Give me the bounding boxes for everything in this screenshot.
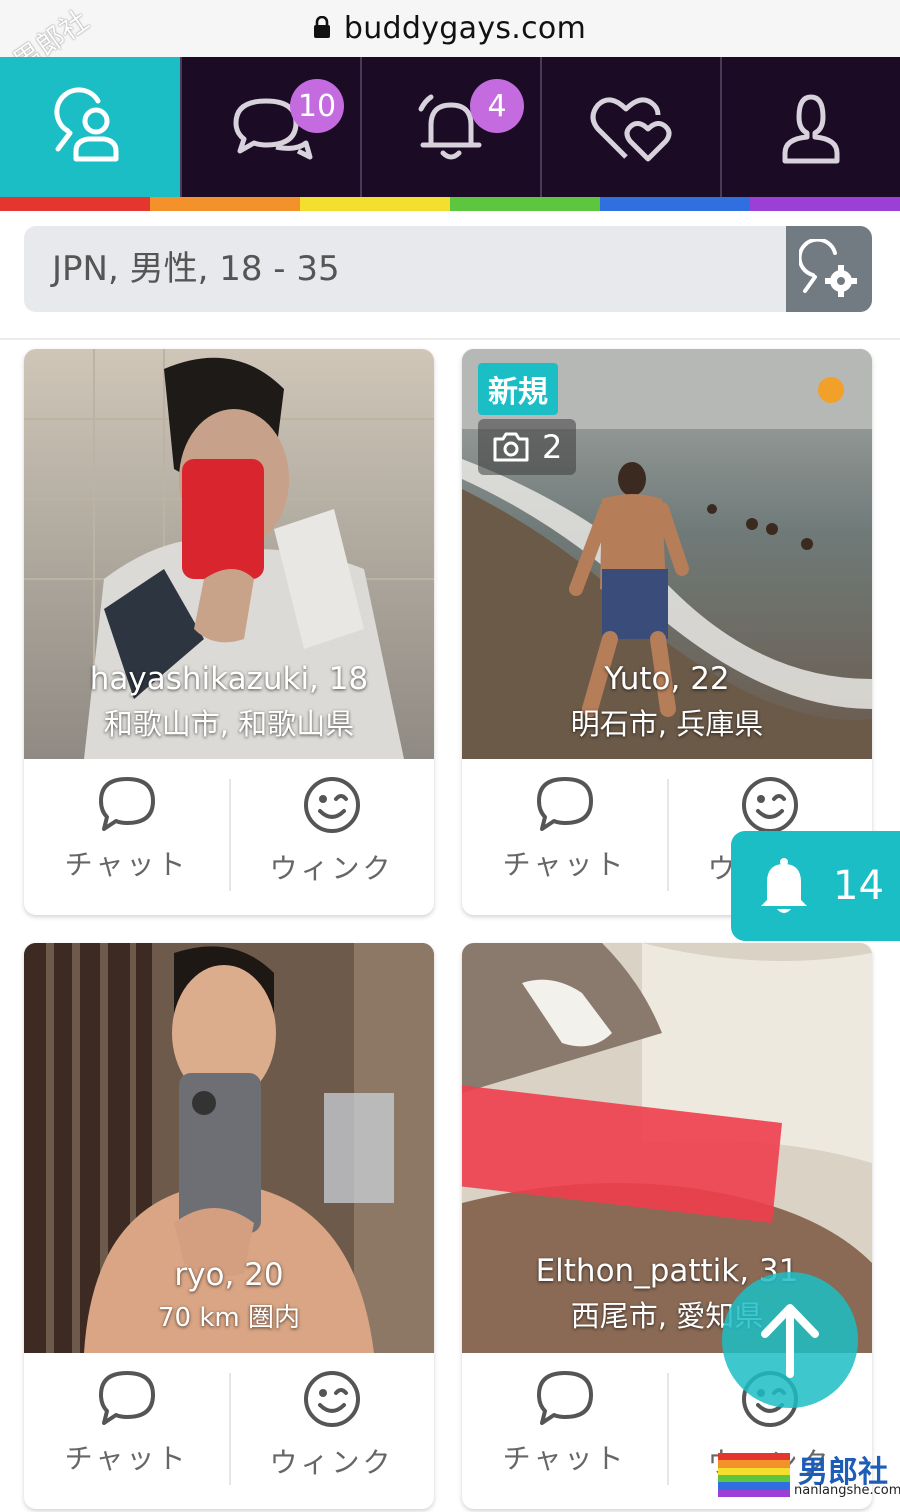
- profile-location: 和歌山市, 和歌山県: [103, 707, 355, 741]
- profile-location: 明石市, 兵庫県: [570, 707, 764, 741]
- chat-button[interactable]: チャット: [462, 759, 667, 915]
- chat-bubble-icon: [98, 777, 155, 831]
- wink-face-icon: [303, 1371, 360, 1427]
- chat-bubble-icon: [536, 777, 593, 831]
- new-member-tag: 新規: [478, 363, 558, 415]
- user-icon: [782, 94, 840, 164]
- url-domain: buddygays.com: [343, 11, 587, 46]
- rainbow-flag-icon: [718, 1453, 790, 1497]
- chat-label: チャット: [502, 1442, 627, 1475]
- search-filter-summary: JPN, 男性, 18 - 35: [52, 249, 340, 289]
- photo-count-badge[interactable]: 2: [478, 419, 577, 475]
- tab-messages[interactable]: 10: [180, 57, 360, 197]
- profile-card[interactable]: hayashikazuki, 18 和歌山市, 和歌山県 チャット ウィンク: [24, 349, 434, 915]
- wink-button[interactable]: ウィンク: [229, 1353, 434, 1509]
- profile-photo[interactable]: ryo, 20 70 km 圏内: [24, 943, 434, 1353]
- chat-label: チャット: [64, 1442, 189, 1475]
- top-navigation: 10 4: [0, 57, 900, 197]
- browser-url-bar[interactable]: buddygays.com: [0, 0, 900, 57]
- floating-notification-button[interactable]: 14: [731, 831, 900, 941]
- messages-badge: 10: [290, 79, 344, 133]
- profile-card[interactable]: ryo, 20 70 km 圏内 チャット ウィンク: [24, 943, 434, 1509]
- wink-button[interactable]: ウィンク: [229, 759, 434, 915]
- chat-button[interactable]: チャット: [24, 1353, 229, 1509]
- profile-name-age: Yuto, 22: [604, 661, 730, 697]
- user-search-icon: [54, 87, 119, 162]
- tab-favorites[interactable]: [540, 57, 720, 197]
- scroll-to-top-button[interactable]: [722, 1272, 858, 1408]
- profile-caption: ryo, 20 70 km 圏内: [24, 1257, 434, 1334]
- profile-card[interactable]: Elthon_pattik, 31 西尾市, 愛知県 チャット ウィンク: [462, 943, 872, 1509]
- camera-icon: [493, 432, 529, 462]
- profile-caption: hayashikazuki, 18 和歌山市, 和歌山県: [24, 661, 434, 743]
- site-logo-watermark: 男郎社 nanlangshe.com: [718, 1449, 900, 1512]
- bell-icon: [761, 858, 807, 913]
- floating-notification-count: 14: [833, 863, 884, 909]
- wink-label: ウィンク: [269, 1446, 394, 1479]
- wink-label: ウィンク: [269, 852, 394, 885]
- wink-face-icon: [303, 777, 360, 833]
- filter-settings-button[interactable]: [786, 226, 872, 312]
- double-heart-icon: [590, 97, 672, 162]
- chat-bubble-icon: [536, 1371, 593, 1425]
- chat-bubble-icon: [98, 1371, 155, 1425]
- online-status-dot: [818, 377, 844, 403]
- profile-name-age: ryo, 20: [174, 1257, 284, 1293]
- lock-icon: [313, 15, 330, 38]
- tab-search[interactable]: [0, 57, 180, 197]
- card-actions: チャット ウィンク: [24, 759, 434, 915]
- logo-domain-text: nanlangshe.com: [794, 1483, 900, 1498]
- wink-face-icon: [741, 777, 798, 833]
- chat-label: チャット: [64, 848, 189, 881]
- profile-location: 70 km 圏内: [158, 1303, 300, 1333]
- arrow-up-icon: [761, 1304, 819, 1378]
- profile-photo[interactable]: 新規 2 Yuto, 22 明石市, 兵庫県: [462, 349, 872, 759]
- tab-profile[interactable]: [720, 57, 900, 197]
- tab-notifications[interactable]: 4: [360, 57, 540, 197]
- photo-count: 2: [542, 428, 563, 466]
- profile-photo[interactable]: hayashikazuki, 18 和歌山市, 和歌山県: [24, 349, 434, 759]
- chat-label: チャット: [502, 848, 627, 881]
- card-actions: チャット ウィンク: [24, 1353, 434, 1509]
- notifications-badge: 4: [470, 79, 524, 133]
- user-gear-icon: [799, 239, 857, 297]
- profile-caption: Yuto, 22 明石市, 兵庫県: [462, 661, 872, 743]
- profile-name-age: hayashikazuki, 18: [89, 661, 369, 697]
- search-filter-bar[interactable]: JPN, 男性, 18 - 35: [24, 226, 872, 312]
- section-divider: [0, 338, 900, 340]
- chat-button[interactable]: チャット: [24, 759, 229, 915]
- chat-button[interactable]: チャット: [462, 1353, 667, 1509]
- rainbow-stripe: [0, 197, 900, 211]
